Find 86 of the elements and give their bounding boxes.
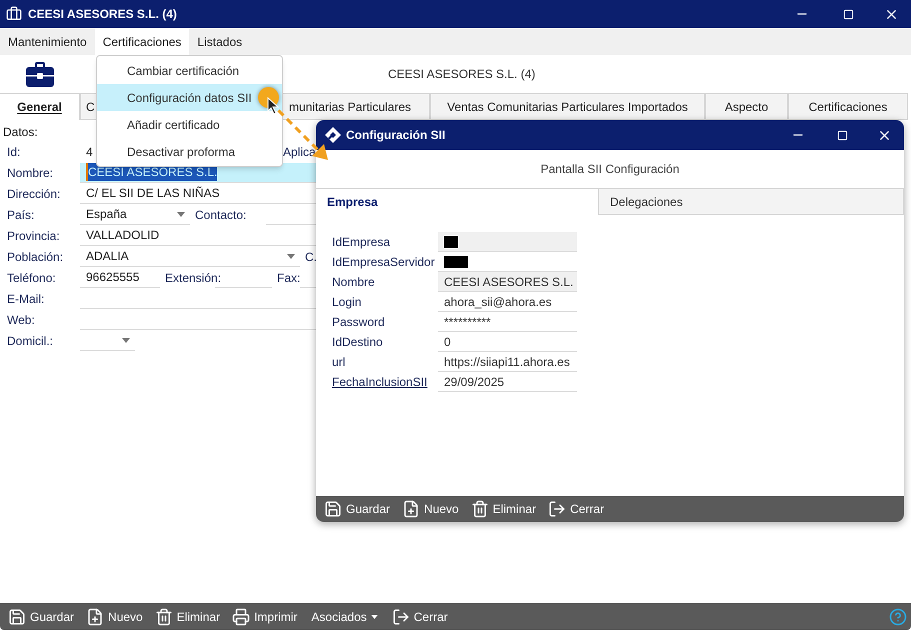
input-field[interactable]: ahora_sii@ahora.es xyxy=(438,292,577,312)
field-value: 4 xyxy=(86,144,93,160)
dialog-title: Configuración SII xyxy=(346,127,446,144)
exit-icon xyxy=(392,608,410,626)
new-file-icon xyxy=(402,500,420,518)
section-heading: Datos: xyxy=(3,124,38,141)
trash-icon xyxy=(154,608,173,626)
toolbar-button[interactable]: Nuevo xyxy=(396,500,465,518)
input-field[interactable]: 0 xyxy=(438,332,577,352)
field-label: url xyxy=(332,354,346,371)
toolbar-button[interactable]: Cerrar xyxy=(542,500,610,518)
field-label: Nombre xyxy=(332,274,376,291)
caret-icon xyxy=(122,338,130,342)
maximize-icon xyxy=(836,130,848,140)
caret-icon xyxy=(287,254,295,258)
field-label: Web: xyxy=(6,312,36,328)
select-field[interactable]: ADALIA xyxy=(80,246,300,266)
briefcase-icon xyxy=(6,6,22,22)
save-icon xyxy=(324,500,342,518)
field-label: IdEmpresa xyxy=(332,234,392,251)
header-title: CEESI ASESORES S.L. (4) xyxy=(388,66,536,82)
tab[interactable]: Ventas Comunitarias Particulares Importados xyxy=(430,93,705,120)
input-field[interactable]: https://siiapi11.ahora.es xyxy=(438,352,577,372)
input-field[interactable]: 96625555 xyxy=(80,268,160,288)
menu-item[interactable]: Mantenimiento xyxy=(0,28,95,55)
help-icon xyxy=(889,608,907,626)
menu-option[interactable]: Desactivar proforma xyxy=(97,138,282,165)
tab[interactable]: Delegaciones xyxy=(598,188,904,215)
cursor-icon xyxy=(267,97,279,115)
redaction-block xyxy=(444,256,468,268)
field-link[interactable]: FechaInclusionSII xyxy=(332,373,438,391)
field-label: Teléfono: xyxy=(6,270,57,286)
menu-item[interactable]: Listados xyxy=(189,28,250,55)
field-label: Extensión: xyxy=(165,270,222,286)
toolbar-button[interactable]: Imprimir xyxy=(226,608,304,626)
field-label: IdDestino xyxy=(332,334,384,351)
caret-icon xyxy=(370,614,378,618)
menu-option[interactable]: Cambiar certificación xyxy=(97,57,282,84)
field-label: País: xyxy=(6,206,36,224)
exit-icon xyxy=(548,500,566,518)
input-field[interactable] xyxy=(438,232,577,252)
field-label: IdEmpresaServidor xyxy=(332,254,436,271)
trash-icon xyxy=(470,500,489,518)
toolbar-button[interactable]: Eliminar xyxy=(464,500,542,518)
caret-icon xyxy=(177,212,185,216)
toolbar-dropdown[interactable]: Asociados xyxy=(303,608,386,626)
input-field[interactable]: ********** xyxy=(438,312,577,332)
help-button[interactable] xyxy=(889,608,907,626)
field-label: E-Mail: xyxy=(6,290,46,308)
field-label: Login xyxy=(332,294,362,311)
dialog-subtitle: Pantalla SII Configuración xyxy=(540,161,680,178)
window-title: CEESI ASESORES S.L. (4) xyxy=(28,6,177,23)
select-field[interactable]: España xyxy=(80,204,190,224)
tab[interactable]: General xyxy=(0,93,80,120)
menu-option[interactable]: Configuración datos SII xyxy=(97,84,282,111)
field-label: Id: xyxy=(6,144,22,160)
menu-item[interactable]: Certificaciones xyxy=(94,28,190,55)
redaction-block xyxy=(444,236,458,248)
field-label: Domicil.: xyxy=(6,332,54,350)
tab[interactable]: Aspecto xyxy=(705,93,788,120)
toolbar-button[interactable]: Eliminar xyxy=(148,608,226,626)
toolbar-button[interactable]: Guardar xyxy=(318,500,396,518)
printer-icon xyxy=(232,608,250,626)
field-label: Nombre: xyxy=(6,164,54,182)
toolbar-button[interactable]: Guardar xyxy=(2,608,80,626)
field-label: Fax: xyxy=(277,270,300,286)
input-field[interactable]: C/ EL SII DE LAS NIÑAS xyxy=(80,184,316,204)
toolbar-button[interactable]: Nuevo xyxy=(80,608,149,626)
briefcase-icon xyxy=(26,60,54,86)
new-file-icon xyxy=(86,608,104,626)
tab[interactable]: Certificaciones xyxy=(788,93,908,120)
tab[interactable]: Empresa xyxy=(316,188,598,215)
field-label: C. xyxy=(305,248,317,264)
field-label: Password xyxy=(332,314,386,331)
field-label: Dirección: xyxy=(6,186,62,202)
input-field[interactable]: VALLADOLID xyxy=(80,226,316,246)
app-logo-icon xyxy=(325,127,341,143)
save-icon xyxy=(8,608,26,626)
field-label: Población: xyxy=(6,248,64,266)
input-field[interactable]: 29/09/2025 xyxy=(438,372,577,392)
field-label: Provincia: xyxy=(6,228,61,244)
field-label: Contacto: xyxy=(195,206,246,222)
toolbar-button[interactable]: Cerrar xyxy=(386,608,454,626)
field-label: Aplica xyxy=(283,144,316,160)
input-field[interactable]: CEESI ASESORES S.L. xyxy=(438,272,577,292)
maximize-icon xyxy=(842,8,854,20)
